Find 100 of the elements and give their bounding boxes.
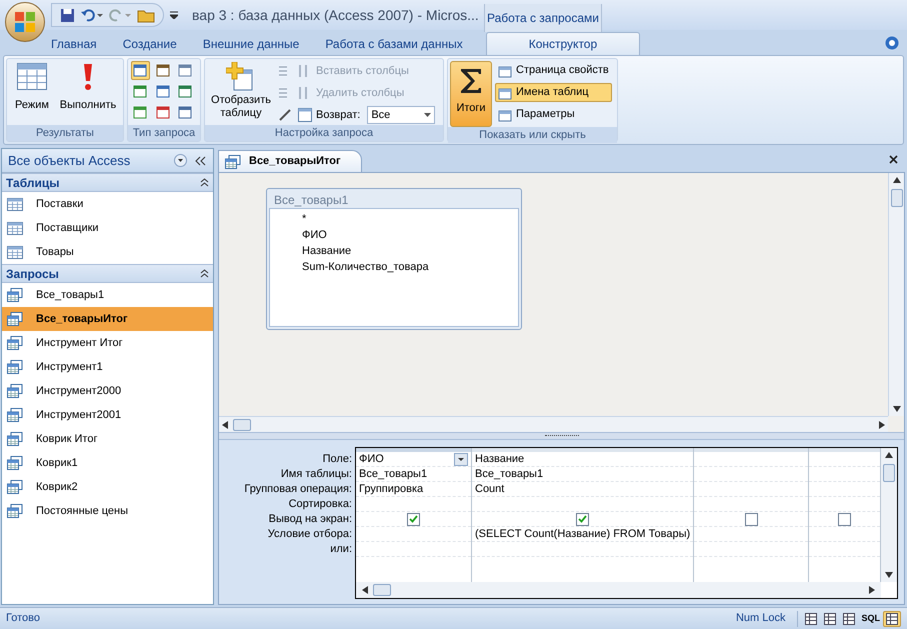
collapse-up-icon[interactable] xyxy=(200,178,209,187)
ribbon-tab[interactable]: Главная xyxy=(38,32,110,55)
context-tab-group: Работа с запросами xyxy=(484,4,602,32)
mode-button[interactable]: Режим xyxy=(10,63,54,114)
grid-cell-value[interactable]: Count xyxy=(475,480,690,498)
undo-icon[interactable] xyxy=(81,8,103,22)
group-title: Результаты xyxy=(7,125,123,141)
query-icon xyxy=(7,432,23,446)
totals-button[interactable]: Итоги xyxy=(450,61,492,127)
grid-row-label: Имя таблицы: xyxy=(280,467,352,481)
field-name[interactable]: * xyxy=(302,211,518,227)
nav-item[interactable]: Инструмент Итог xyxy=(2,331,213,355)
query-icon xyxy=(7,336,23,350)
customize-caret-icon[interactable] xyxy=(170,11,178,19)
group-title: Тип запроса xyxy=(128,125,200,141)
ribbon-tab[interactable]: Работа с базами данных xyxy=(312,32,476,55)
scroll-thumb[interactable] xyxy=(890,189,902,207)
show-hide-button[interactable]: Страница свойств xyxy=(495,61,612,80)
query-type-icon xyxy=(156,105,171,120)
checkbox[interactable] xyxy=(407,512,420,526)
scroll-up-icon[interactable] xyxy=(885,452,893,458)
scroll-left-icon[interactable] xyxy=(222,420,228,428)
checkbox[interactable] xyxy=(838,512,851,526)
nav-item[interactable]: Товары xyxy=(2,240,213,264)
exclamation-icon xyxy=(82,63,94,91)
nav-group-header[interactable]: Таблицы xyxy=(2,173,213,192)
scroll-down-icon[interactable] xyxy=(892,406,900,412)
property-icon xyxy=(498,86,513,100)
save-icon[interactable] xyxy=(60,8,75,22)
caret-icon xyxy=(424,113,432,117)
office-logo-icon xyxy=(14,11,36,33)
nav-item[interactable]: Все_товарыИтог xyxy=(2,307,213,331)
nav-item[interactable]: Поставки xyxy=(2,192,213,216)
check-icon xyxy=(578,515,587,523)
horizontal-scrollbar[interactable] xyxy=(219,416,888,432)
collapse-icon[interactable] xyxy=(195,156,207,166)
show-hide-button[interactable]: Параметры xyxy=(495,105,612,124)
nav-group-header[interactable]: Запросы xyxy=(2,264,213,283)
dropdown-icon[interactable] xyxy=(174,154,187,167)
view-icon xyxy=(805,612,818,624)
field-name[interactable]: ФИО xyxy=(302,227,518,243)
grid-cell-value[interactable]: Группировка xyxy=(359,480,468,498)
nav-item[interactable]: Инструмент2000 xyxy=(2,379,213,403)
query-type-icon xyxy=(178,84,194,99)
query-icon xyxy=(7,408,23,422)
nav-item[interactable]: Коврик Итог xyxy=(2,427,213,451)
field-name[interactable]: Sum-Количество_товара xyxy=(302,259,518,275)
nav-item[interactable]: Инструмент1 xyxy=(2,355,213,379)
scroll-thumb[interactable] xyxy=(883,464,895,482)
folder-icon[interactable] xyxy=(137,8,155,22)
view-button[interactable] xyxy=(883,610,901,626)
nav-item[interactable]: Инструмент2001 xyxy=(2,403,213,427)
help-icon[interactable] xyxy=(885,36,899,50)
return-label: Возврат: xyxy=(316,108,360,123)
run-button[interactable]: Выполнить xyxy=(56,63,120,114)
vertical-scrollbar[interactable] xyxy=(881,448,897,582)
grid-cell-value[interactable]: Все_товары1 xyxy=(359,466,468,482)
ribbon-tab[interactable]: Создание xyxy=(110,32,190,55)
office-button[interactable] xyxy=(5,2,45,42)
scroll-down-icon[interactable] xyxy=(885,572,893,578)
document-tab[interactable]: Все_товарыИтог xyxy=(218,150,362,172)
ribbon-tab[interactable]: Внешние данные xyxy=(190,32,312,55)
table-icon xyxy=(7,198,23,210)
field-name[interactable]: Название xyxy=(302,243,518,259)
query-type-icon xyxy=(133,105,148,120)
field-list-window[interactable]: Все_товары1 * ФИО Название Sum-Количество_товара xyxy=(266,188,522,330)
scroll-right-icon[interactable] xyxy=(879,420,885,428)
scroll-left-icon[interactable] xyxy=(362,586,368,594)
show-hide-button[interactable]: Имена таблиц xyxy=(495,83,612,102)
scroll-thumb[interactable] xyxy=(233,418,251,430)
view-icon xyxy=(843,612,856,624)
nav-item[interactable]: Постоянные цены xyxy=(2,499,213,523)
collapse-up-icon[interactable] xyxy=(200,269,209,278)
grid-cell-value[interactable]: Все_товары1 xyxy=(475,466,690,482)
nav-header[interactable]: Все объекты Access xyxy=(2,149,213,173)
scroll-right-icon[interactable] xyxy=(869,586,875,594)
horizontal-scrollbar[interactable] xyxy=(356,582,881,598)
checkbox[interactable] xyxy=(576,512,589,526)
ribbon-tab[interactable]: Конструктор xyxy=(486,32,640,55)
nav-item[interactable]: Поставщики xyxy=(2,216,213,240)
close-icon[interactable] xyxy=(889,155,898,164)
grid-row-label: Вывод на экран: xyxy=(268,512,352,526)
checkbox[interactable] xyxy=(744,512,758,526)
nav-item[interactable]: Коврик2 xyxy=(2,475,213,499)
view-button[interactable]: SQL xyxy=(859,610,882,626)
nav-item[interactable]: Все_товары1 xyxy=(2,283,213,307)
grid-cell-value[interactable]: ФИО xyxy=(359,450,454,468)
query-icon xyxy=(7,288,23,302)
grid-cell-value[interactable]: Название xyxy=(475,450,690,468)
grid-cell-value[interactable]: (SELECT Count(Название) FROM Товары) xyxy=(475,526,690,542)
property-icon xyxy=(498,64,513,78)
vertical-scrollbar[interactable] xyxy=(888,173,904,416)
scroll-thumb[interactable] xyxy=(373,584,391,596)
nav-item[interactable]: Коврик1 xyxy=(2,451,213,475)
query-type-button[interactable] xyxy=(131,61,150,80)
return-dropdown[interactable]: Все xyxy=(367,106,436,124)
view-icon xyxy=(824,612,836,624)
query-icon xyxy=(7,480,23,494)
scroll-up-icon[interactable] xyxy=(892,177,900,183)
show-table-button[interactable]: Отобразить таблицу xyxy=(208,62,274,125)
